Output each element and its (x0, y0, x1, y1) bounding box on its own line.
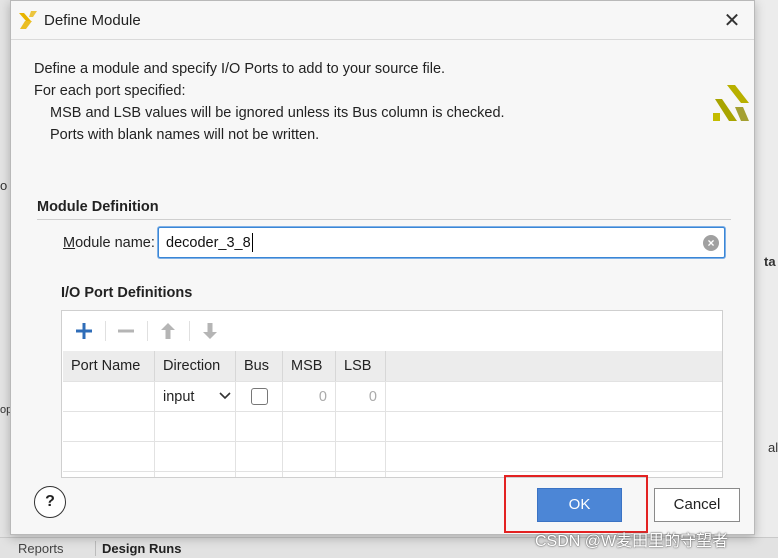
define-module-dialog: Define Module ✕ Define a module and spec… (10, 0, 755, 535)
chevron-down-icon (219, 392, 231, 400)
description-line: Ports with blank names will not be writt… (50, 127, 320, 143)
module-name-value: decoder_3_8 (166, 235, 251, 251)
table-row (63, 411, 722, 442)
port-table: Port Name Direction Bus MSB LSB input 0 … (63, 351, 722, 477)
empty-cell[interactable] (63, 471, 155, 477)
bus-cell (235, 381, 283, 412)
section-divider (37, 219, 731, 220)
column-header-msb[interactable]: MSB (282, 351, 336, 382)
msb-cell[interactable]: 0 (282, 381, 336, 412)
help-icon: ? (45, 493, 55, 510)
dialog-title: Define Module (44, 12, 141, 29)
table-row: input 0 0 (63, 381, 722, 412)
empty-cell[interactable] (282, 471, 336, 477)
dialog-titlebar: Define Module ✕ (11, 1, 754, 40)
column-header-port-name[interactable]: Port Name (63, 351, 155, 382)
clear-input-icon[interactable]: × (703, 235, 719, 251)
empty-cell[interactable] (335, 441, 386, 472)
empty-cell[interactable] (335, 411, 386, 442)
empty-cell[interactable] (154, 441, 236, 472)
column-header-lsb[interactable]: LSB (335, 351, 386, 382)
io-port-toolbar (62, 311, 722, 351)
io-port-panel: Port Name Direction Bus MSB LSB input 0 … (61, 310, 723, 478)
tab-design-runs[interactable]: Design Runs (95, 541, 181, 556)
empty-cell[interactable] (63, 411, 155, 442)
filler-cell (385, 441, 722, 472)
empty-cell[interactable] (235, 441, 283, 472)
text-caret (252, 233, 253, 252)
move-down-button[interactable] (196, 317, 224, 345)
port-table-header: Port Name Direction Bus MSB LSB (63, 351, 722, 382)
column-header-direction[interactable]: Direction (154, 351, 236, 382)
tab-reports[interactable]: Reports (18, 541, 64, 556)
column-header-bus[interactable]: Bus (235, 351, 283, 382)
help-button[interactable]: ? (34, 486, 66, 518)
move-down-icon (203, 323, 217, 339)
add-icon (76, 323, 92, 339)
remove-icon (118, 329, 134, 333)
background-app-left (0, 0, 10, 557)
filler-cell (385, 381, 722, 412)
ok-button[interactable]: OK (537, 488, 622, 522)
background-text: ta (764, 254, 776, 269)
direction-value: input (163, 388, 195, 405)
module-definition-title: Module Definition (37, 199, 159, 215)
bus-checkbox[interactable] (250, 388, 268, 405)
description-line: Define a module and specify I/O Ports to… (34, 61, 446, 77)
empty-cell[interactable] (235, 411, 283, 442)
xilinx-logo-icon (713, 85, 749, 121)
description-line: For each port specified: (34, 83, 186, 99)
lsb-cell[interactable]: 0 (335, 381, 386, 412)
table-row (63, 441, 722, 472)
cancel-button[interactable]: Cancel (654, 488, 740, 522)
toolbar-separator (147, 321, 148, 341)
module-name-label: Module name: (63, 235, 155, 251)
empty-cell[interactable] (235, 471, 283, 477)
toolbar-separator (105, 321, 106, 341)
background-text: o (0, 178, 8, 193)
remove-port-button[interactable] (112, 317, 140, 345)
empty-cell[interactable] (154, 471, 236, 477)
empty-cell[interactable] (282, 411, 336, 442)
io-port-definitions-title: I/O Port Definitions (61, 285, 193, 301)
background-text: al (768, 440, 778, 455)
empty-cell[interactable] (335, 471, 386, 477)
watermark-text: CSDN @W麦田里的守望者 (535, 533, 729, 550)
close-button[interactable]: ✕ (710, 1, 754, 39)
background-app-right (755, 0, 778, 557)
toolbar-separator (189, 321, 190, 341)
module-name-input[interactable]: decoder_3_8 × (158, 227, 725, 258)
direction-select[interactable]: input (154, 381, 236, 412)
move-up-button[interactable] (154, 317, 182, 345)
empty-cell[interactable] (63, 441, 155, 472)
port-name-cell[interactable] (63, 381, 155, 412)
move-up-icon (161, 323, 175, 339)
empty-cell[interactable] (282, 441, 336, 472)
empty-cell[interactable] (154, 411, 236, 442)
column-header-filler (385, 351, 722, 382)
add-port-button[interactable] (70, 317, 98, 345)
description-line: MSB and LSB values will be ignored unles… (50, 105, 505, 121)
filler-cell (385, 411, 722, 442)
xilinx-logo-icon (19, 11, 37, 29)
close-icon: ✕ (723, 9, 741, 32)
